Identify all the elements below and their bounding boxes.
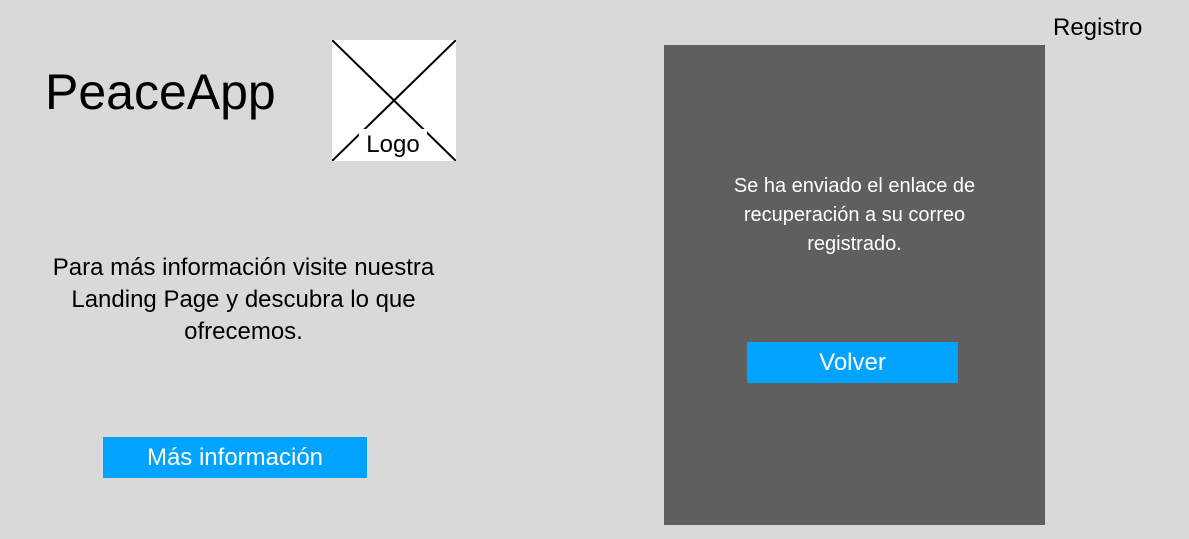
recovery-panel: Se ha enviado el enlace de recuperación … [664, 45, 1045, 525]
logo-placeholder: Logo [332, 40, 456, 161]
app-title: PeaceApp [45, 64, 276, 120]
recovery-message: Se ha enviado el enlace de recuperación … [733, 175, 976, 255]
back-button[interactable]: Volver [747, 342, 958, 383]
register-link[interactable]: Registro [1053, 12, 1142, 44]
info-text: Para más información visite nuestra Land… [52, 254, 435, 345]
logo-label: Logo [359, 129, 427, 161]
more-info-button[interactable]: Más información [103, 437, 367, 478]
